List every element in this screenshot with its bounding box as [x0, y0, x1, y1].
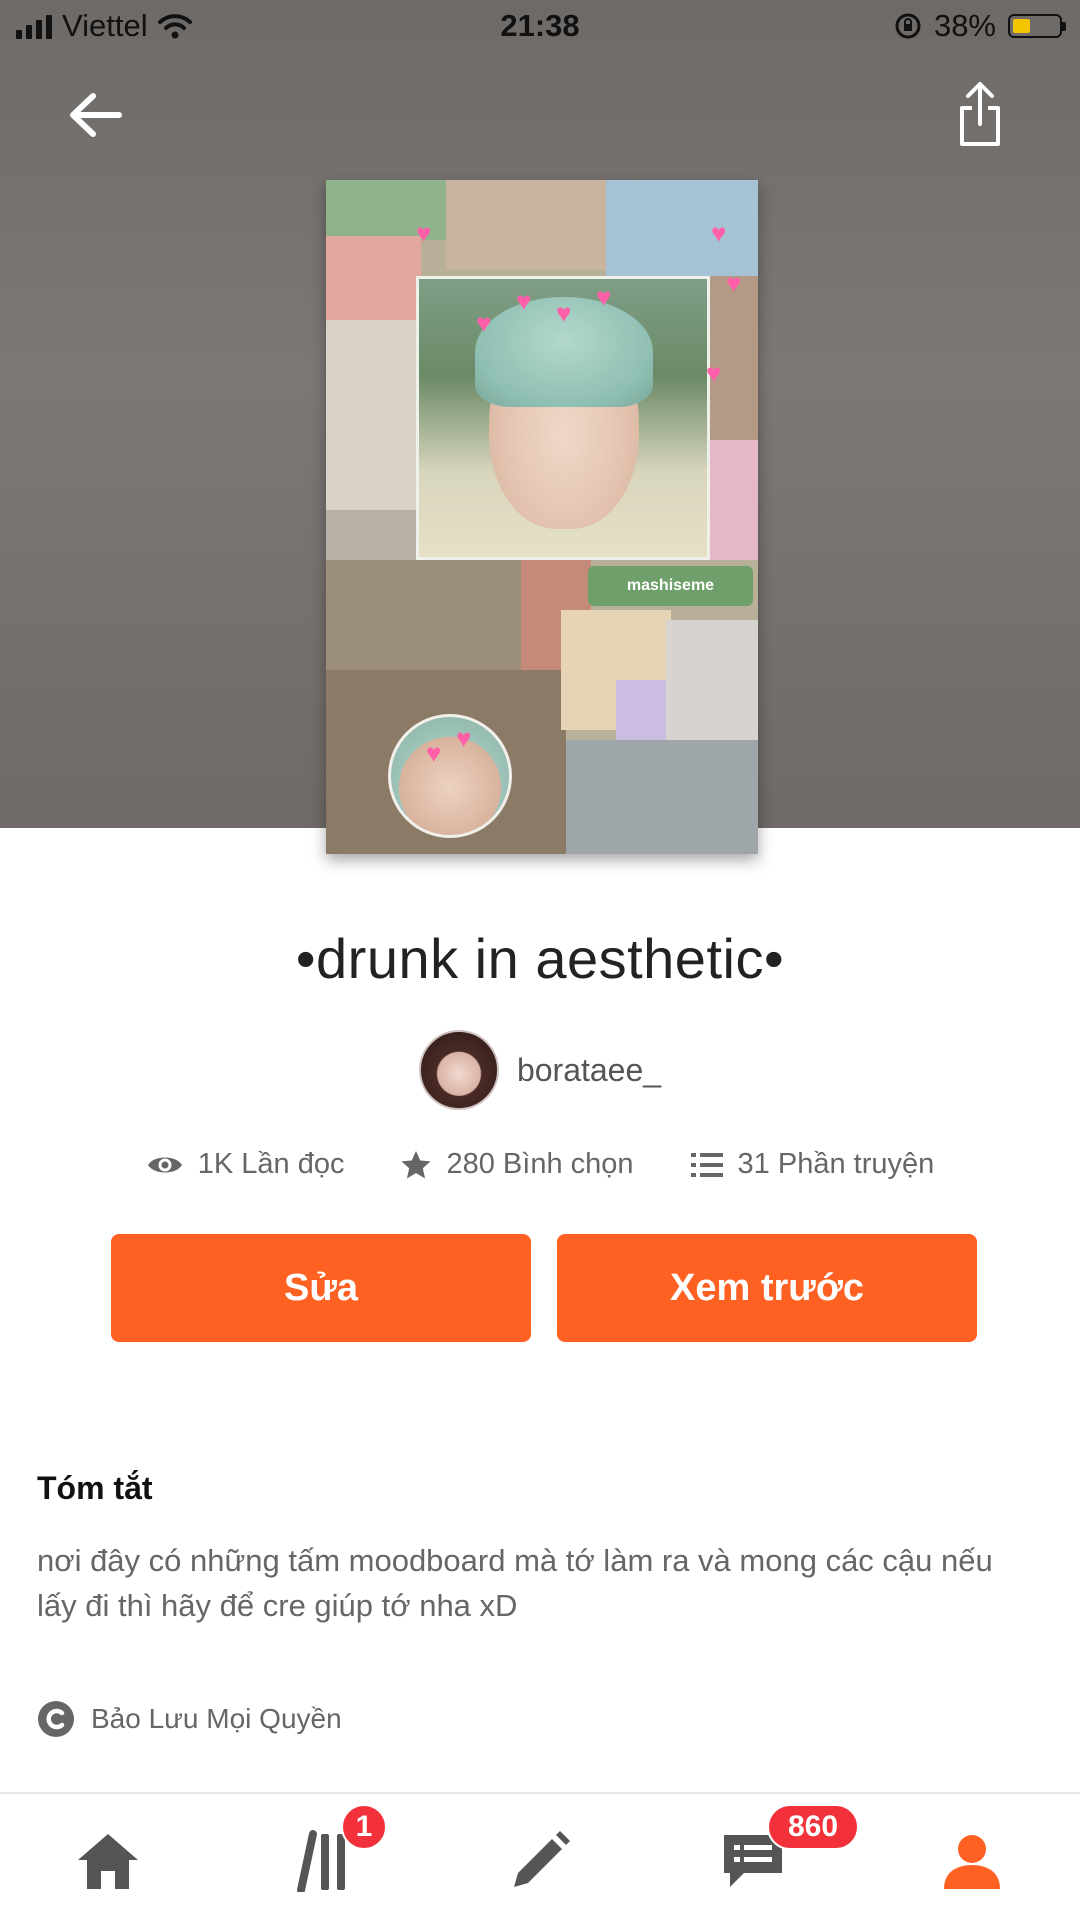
person-icon: [944, 1835, 1000, 1889]
battery-icon: [1008, 14, 1066, 38]
heart-icon: ♥: [416, 218, 432, 248]
collage-tile: [326, 320, 421, 520]
pencil-icon: [514, 1831, 570, 1887]
status-bar: Viettel 21:38 38%: [0, 0, 1080, 54]
parts-count: 31 Phần truyện: [737, 1148, 935, 1180]
collage-tile: [326, 236, 421, 326]
heart-icon: ♥: [706, 358, 722, 388]
reads-count: 1K Lần đọc: [197, 1148, 345, 1180]
nav-messages[interactable]: 860: [703, 1804, 859, 1906]
reads-stat: 1K Lần đọc: [146, 1148, 345, 1181]
heart-icon: ♥: [456, 723, 472, 753]
collage-tile: [566, 740, 758, 854]
author-avatar[interactable]: [418, 1030, 499, 1110]
stats-row: 1K Lần đọc 280 Bình chọn 31 Phần truyện: [0, 1148, 1080, 1181]
votes-stat: 280 Bình chọn: [400, 1148, 634, 1181]
back-button[interactable]: [60, 80, 130, 150]
star-icon: [401, 1150, 431, 1178]
battery-level: [1013, 19, 1030, 33]
messages-badge: 860: [767, 1804, 859, 1850]
votes-count: 280 Bình chọn: [446, 1148, 634, 1180]
book-cover[interactable]: mashiseme ♥ ♥ ♥ ♥ ♥ ♥ ♥ ♥ ♥ ♥: [326, 180, 758, 854]
heart-icon: ♥: [426, 738, 442, 768]
copyright-icon: [38, 1701, 74, 1737]
copyright-row: Bảo Lưu Mọi Quyền: [37, 1700, 342, 1738]
home-icon: [78, 1834, 138, 1889]
heart-icon: ♥: [726, 268, 742, 298]
collage-tile: [326, 560, 526, 680]
preview-button[interactable]: Xem trước: [557, 1234, 977, 1342]
heart-icon: ♥: [596, 282, 612, 312]
arrow-left-icon: [70, 93, 122, 137]
bottom-nav: 1 860: [0, 1792, 1080, 1922]
summary-text: nơi đây có những tấm moodboard mà tớ làm…: [37, 1543, 993, 1623]
copyright-text: Bảo Lưu Mọi Quyền: [91, 1703, 342, 1734]
library-badge: 1: [341, 1804, 387, 1850]
collage-tile: [606, 180, 758, 276]
status-right: 38%: [894, 8, 1066, 44]
heart-icon: ♥: [711, 218, 727, 248]
edit-button[interactable]: Sửa: [111, 1234, 531, 1342]
cover-circle-photo: [388, 714, 512, 838]
nav-home[interactable]: [58, 1816, 158, 1906]
rotation-lock-icon: [895, 13, 921, 39]
parts-stat: 31 Phần truyện: [690, 1148, 935, 1181]
book-title: •drunk in aesthetic•: [295, 927, 785, 990]
summary-heading: Tóm tắt: [37, 1470, 153, 1506]
battery-percent: 38%: [933, 8, 996, 43]
heart-icon: ♥: [556, 298, 572, 328]
heart-icon: ♥: [476, 308, 492, 338]
heart-icon: ♥: [516, 286, 532, 316]
list-icon: [690, 1152, 723, 1177]
nav-write[interactable]: [490, 1816, 590, 1906]
nav-library[interactable]: 1: [275, 1804, 387, 1906]
collage-tile: [666, 620, 758, 750]
nav-profile[interactable]: [922, 1816, 1022, 1906]
author-row[interactable]: borataee_: [0, 1030, 1080, 1110]
author-name[interactable]: borataee_: [517, 1052, 661, 1089]
collage-tile: [446, 180, 606, 270]
share-icon: [960, 82, 1000, 146]
share-button[interactable]: [950, 74, 1010, 154]
cover-sticker: mashiseme: [588, 566, 753, 606]
eye-icon: [147, 1157, 182, 1172]
